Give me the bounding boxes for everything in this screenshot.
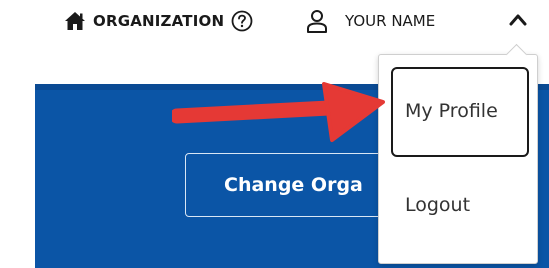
screenshot-frame: ORGANIZATION YOUR NAME Change Orga My Pr…: [0, 0, 549, 268]
user-icon: [307, 10, 327, 33]
organization-label: ORGANIZATION: [93, 12, 225, 30]
home-icon: [65, 12, 85, 30]
user-menu-toggle[interactable]: YOUR NAME: [306, 8, 435, 34]
chevron-up-icon[interactable]: [507, 10, 529, 30]
help-circle-icon[interactable]: [231, 10, 253, 32]
top-header: ORGANIZATION YOUR NAME: [0, 0, 549, 44]
user-name-label: YOUR NAME: [345, 12, 436, 30]
menu-item-logout[interactable]: Logout: [391, 175, 529, 235]
user-dropdown-menu: My Profile Logout: [378, 54, 538, 264]
menu-item-my-profile[interactable]: My Profile: [391, 67, 529, 157]
organization-link[interactable]: ORGANIZATION: [64, 8, 253, 34]
